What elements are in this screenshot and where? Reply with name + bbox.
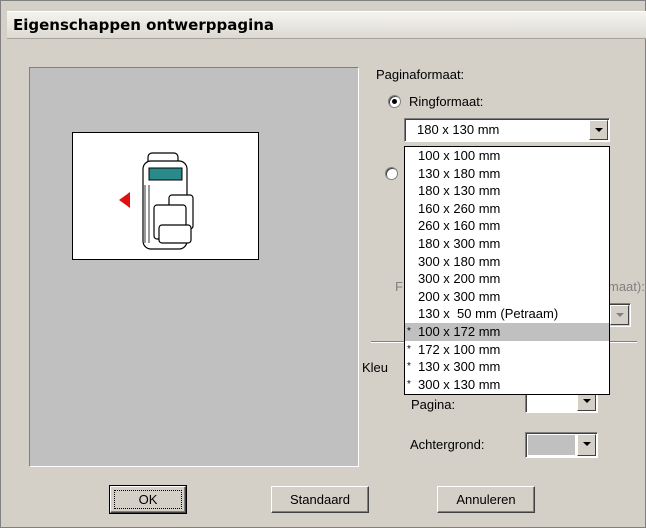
option-label: 100 x 172 mm <box>418 323 501 339</box>
option-label: 180 x 300 mm <box>418 235 501 251</box>
option-label: 300 x 180 mm <box>418 253 501 269</box>
annuleren-button[interactable]: Annuleren <box>437 486 535 513</box>
standaard-button[interactable]: Standaard <box>271 486 369 513</box>
ring-binder-illustration <box>119 152 194 250</box>
dropdown-option[interactable]: 100 x 100 mm <box>405 147 609 165</box>
page-preview-sheet <box>72 132 259 260</box>
option-label: 130 x 180 mm <box>418 165 501 181</box>
page-preview-pane <box>29 67 359 467</box>
achtergrond-color-select[interactable] <box>525 432 598 458</box>
dropdown-option[interactable]: 130 x 50 mm (Petraam) <box>405 305 609 323</box>
dropdown-option[interactable]: 130 x 180 mm <box>405 165 609 183</box>
option-label: 200 x 300 mm <box>418 288 501 304</box>
ringformaat-label[interactable]: Ringformaat: <box>409 94 483 109</box>
dropdown-option[interactable]: 160 x 260 mm <box>405 200 609 218</box>
dropdown-option[interactable]: * 300 x 130 mm <box>405 376 609 394</box>
option-label: 172 x 100 mm <box>418 341 501 357</box>
standaard-button-label: Standaard <box>290 492 350 507</box>
dialog-window: Eigenschappen ontwerppagina Paginaformaa… <box>0 0 646 528</box>
device-screen <box>148 167 183 181</box>
custom-size-radio[interactable] <box>385 167 398 180</box>
window-title: Eigenschappen ontwerppagina <box>13 16 275 34</box>
dropdown-option[interactable]: 200 x 300 mm <box>405 288 609 306</box>
option-label: 130 x 300 mm <box>418 359 501 375</box>
ringformaat-select[interactable]: 180 x 130 mm <box>404 118 610 142</box>
option-label: 300 x 130 mm <box>418 376 501 392</box>
option-label: 160 x 260 mm <box>418 200 501 216</box>
dropdown-option[interactable]: 300 x 200 mm <box>405 270 609 288</box>
kleuren-label-partial: Kleu <box>362 360 389 375</box>
option-mark: * <box>407 361 411 373</box>
dropdown-option[interactable]: * 100 x 172 mm <box>405 322 609 341</box>
option-mark: * <box>407 325 411 337</box>
ringformaat-dropdown-list[interactable]: 100 x 100 mm 130 x 180 mm 180 x 130 mm 160 … <box>404 146 610 395</box>
chevron-down-icon <box>610 305 629 325</box>
option-mark: * <box>407 343 411 355</box>
ringformaat-radio[interactable] <box>388 95 401 108</box>
achtergrond-color-label: Achtergrond: <box>410 437 485 452</box>
ok-button[interactable]: OK <box>109 485 187 514</box>
title-bar[interactable]: Eigenschappen ontwerppagina <box>7 11 646 39</box>
annuleren-button-label: Annuleren <box>456 492 516 507</box>
paginaformaat-label: Paginaformaat: <box>376 67 465 82</box>
dropdown-option[interactable]: * 172 x 100 mm <box>405 341 609 359</box>
dropdown-option[interactable]: 300 x 180 mm <box>405 253 609 271</box>
chevron-down-icon[interactable] <box>589 120 608 140</box>
chevron-down-icon[interactable] <box>577 434 596 456</box>
dropdown-option[interactable]: 180 x 300 mm <box>405 235 609 253</box>
pagina-color-label: Pagina: <box>411 397 456 412</box>
partial-label-left: F <box>395 279 403 294</box>
dropdown-option[interactable]: * 130 x 300 mm <box>405 358 609 376</box>
arrow-left-icon <box>119 192 130 208</box>
ringformaat-select-value: 180 x 130 mm <box>417 122 500 137</box>
option-label: 260 x 160 mm <box>418 218 501 234</box>
option-label: 100 x 100 mm <box>418 148 501 163</box>
option-mark: * <box>407 378 411 390</box>
achtergrond-color-swatch <box>528 435 575 455</box>
dropdown-option[interactable]: 260 x 160 mm <box>405 217 609 235</box>
option-label: 180 x 130 mm <box>418 183 501 199</box>
dropdown-option[interactable]: 180 x 130 mm <box>405 182 609 200</box>
option-label: 130 x 50 mm (Petraam) <box>418 306 559 322</box>
partial-label-right: maat): <box>608 279 645 294</box>
option-label: 300 x 200 mm <box>418 271 501 287</box>
